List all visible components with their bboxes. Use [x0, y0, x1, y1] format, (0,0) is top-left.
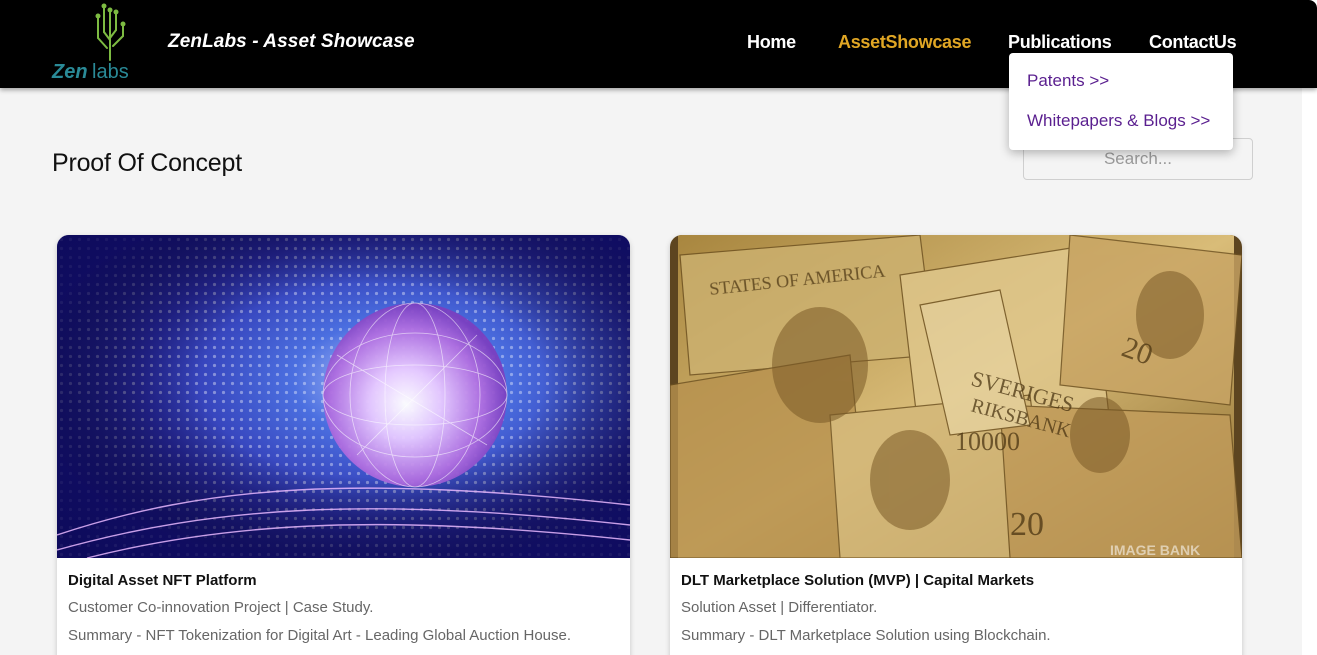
card-image-network-sphere	[57, 235, 630, 558]
card-title: Digital Asset NFT Platform	[68, 572, 257, 589]
brand-title: ZenLabs - Asset Showcase	[168, 31, 415, 52]
nav-publications-link[interactable]: Publications	[1008, 32, 1112, 53]
asset-card-nft-platform[interactable]: Digital Asset NFT Platform Customer Co-i…	[57, 235, 630, 655]
svg-text:Zen: Zen	[51, 61, 88, 82]
card-title: DLT Marketplace Solution (MVP) | Capital…	[681, 572, 1035, 589]
nav-assetshowcase-link[interactable]: AssetShowcase	[838, 32, 971, 53]
publications-dropdown-menu: Patents >> Whitepapers & Blogs >>	[1009, 53, 1233, 150]
asset-card-dlt-marketplace[interactable]: STATES OF AMERICA SVERIGES RIKSBANK 1000…	[670, 235, 1242, 655]
page: Zen labs ZenLabs - Asset Showcase Home A…	[0, 0, 1317, 655]
menu-item-whitepapers-blogs[interactable]: Whitepapers & Blogs >>	[1027, 111, 1210, 131]
svg-text:20: 20	[1010, 506, 1044, 543]
svg-text:10000: 10000	[955, 427, 1020, 456]
card-subtitle: Solution Asset | Differentiator.	[681, 599, 878, 616]
card-summary: Summary - NFT Tokenization for Digital A…	[68, 627, 572, 644]
menu-item-patents[interactable]: Patents >>	[1027, 71, 1109, 91]
page-title: Proof Of Concept	[52, 149, 242, 177]
svg-text:IMAGE BANK: IMAGE BANK	[1110, 542, 1200, 558]
nav-home-link[interactable]: Home	[747, 32, 796, 53]
card-summary: Summary - DLT Marketplace Solution using…	[681, 627, 1051, 644]
card-image-banknotes: STATES OF AMERICA SVERIGES RIKSBANK 1000…	[670, 235, 1242, 558]
scrollbar-track[interactable]	[1302, 88, 1317, 655]
zenlabs-logo[interactable]: Zen labs	[50, 2, 142, 82]
svg-text:labs: labs	[92, 61, 129, 82]
nav-contactus-link[interactable]: ContactUs	[1149, 32, 1237, 53]
card-subtitle: Customer Co-innovation Project | Case St…	[68, 599, 374, 616]
